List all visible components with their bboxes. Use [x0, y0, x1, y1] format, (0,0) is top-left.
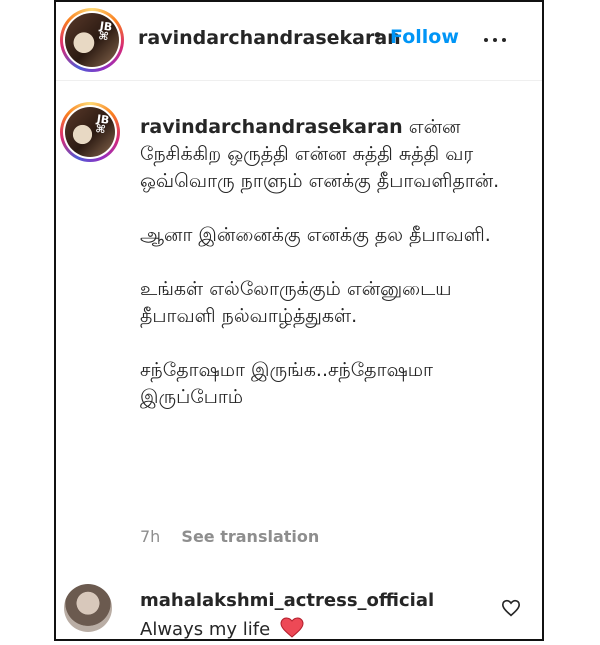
- caption-paragraph: உங்கள் எல்லோருக்கும் என்னுடைய தீபாவளி நல…: [140, 278, 452, 327]
- post-time: 7h: [140, 527, 161, 546]
- profile-avatar[interactable]: JB ⌘: [60, 8, 124, 72]
- red-heart-icon: [280, 617, 304, 638]
- post-username[interactable]: ravindarchandrasekaran: [138, 27, 401, 49]
- caption: ravindarchandrasekaran என்ன நேசிக்கிற ஒர…: [140, 114, 520, 438]
- caption-meta: 7h See translation: [140, 527, 319, 546]
- avatar-image: JB ⌘: [65, 13, 119, 67]
- avatar-logo: JB ⌘: [97, 18, 114, 44]
- caption-avatar[interactable]: JB ⌘: [60, 102, 120, 162]
- separator-dot: •: [372, 25, 384, 47]
- avatar-image: JB ⌘: [65, 107, 115, 157]
- caption-paragraph: ஆனா இன்னைக்கு எனக்கு தல தீபாவளி.: [140, 224, 491, 246]
- caption-username[interactable]: ravindarchandrasekaran: [140, 116, 403, 138]
- comment-text-row: Always my life: [140, 617, 304, 640]
- more-options-icon[interactable]: [484, 32, 514, 48]
- comment-avatar[interactable]: [64, 584, 112, 632]
- avatar-logo: JB ⌘: [94, 112, 110, 137]
- post-frame: JB ⌘ ravindarchandrasekaran • Follow JB ⌘ …: [54, 0, 544, 641]
- follow-button[interactable]: Follow: [390, 26, 459, 48]
- see-translation-link[interactable]: See translation: [181, 527, 319, 546]
- heart-outline-icon[interactable]: [501, 599, 521, 617]
- post-header: JB ⌘ ravindarchandrasekaran • Follow: [56, 2, 542, 81]
- comment-text: Always my life: [140, 619, 271, 640]
- comment-username[interactable]: mahalakshmi_actress_official: [140, 590, 434, 611]
- caption-paragraph: சந்தோஷமா இருங்க..சந்தோஷமா இருப்போம்: [140, 359, 433, 408]
